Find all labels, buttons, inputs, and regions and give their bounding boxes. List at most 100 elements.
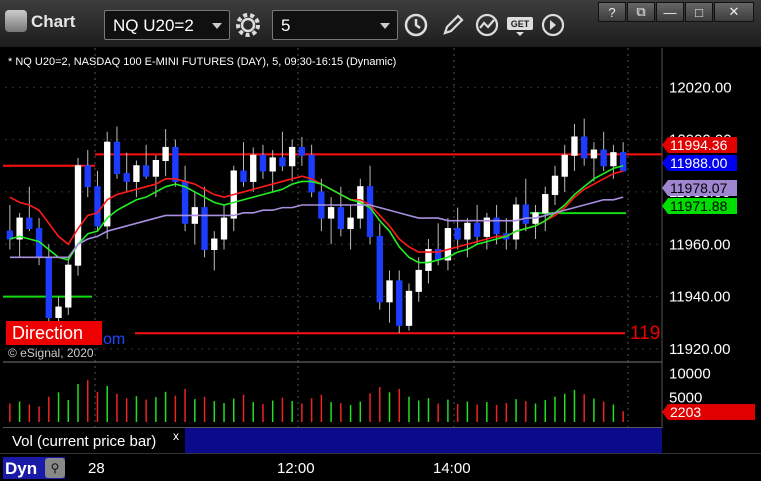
price-tick-label: 12020.00 (669, 79, 732, 96)
chart-titlebar: Chart NQ U20=2 5 GET ? ⧉ — □ ✕ (0, 0, 761, 48)
candle-body (444, 228, 452, 261)
candle-body (590, 149, 598, 159)
candle-body (610, 152, 617, 167)
volume-tick-label: 10000 (669, 365, 711, 382)
lock-icon[interactable]: ⚲ (45, 458, 65, 478)
study-legend-bar: Vol (current price bar) x (3, 427, 662, 454)
direction-suffix: om (103, 331, 125, 348)
candle-body (405, 290, 413, 326)
offscreen-price-label: 119 (630, 323, 660, 344)
help-button[interactable]: ? (598, 2, 626, 22)
price-axis[interactable]: 12020.0012000.0011980.0011960.0011940.00… (669, 79, 732, 406)
candle-body (512, 204, 520, 240)
interval-value: 5 (281, 16, 291, 35)
volume-study-label: Vol (current price bar) (12, 433, 157, 450)
candle-body (551, 175, 559, 196)
candle-body (45, 256, 52, 319)
chart-grid (5, 48, 662, 428)
arrow-right-circle-icon (541, 13, 565, 37)
window-title: Chart (31, 12, 76, 31)
time-tick: 12:00 (277, 460, 315, 477)
study-chart-icon (475, 13, 499, 37)
candle-body (250, 154, 257, 182)
price-tag-label: 11978.07 (670, 180, 728, 196)
candle-body (376, 235, 383, 303)
candle-body (347, 217, 354, 230)
candle-body (104, 141, 111, 227)
candle-body (201, 207, 208, 250)
dyn-label: Dyn (5, 459, 38, 478)
candle-body (308, 154, 315, 193)
pencil-icon (443, 14, 464, 35)
candle-body (162, 146, 169, 162)
time-tick: 14:00 (433, 460, 471, 477)
svg-text:GET: GET (511, 19, 530, 29)
symbol-settings-button[interactable] (233, 10, 263, 40)
close-button[interactable]: ✕ (714, 2, 754, 22)
gear-icon (236, 13, 260, 37)
close-icon[interactable]: x (173, 429, 179, 443)
studies-button[interactable] (472, 10, 502, 40)
candle-body (240, 170, 247, 182)
price-chart[interactable]: 12020.0012000.0011980.0011960.0011940.00… (0, 48, 761, 428)
maximize-button[interactable]: □ (685, 2, 713, 22)
candle-body (522, 204, 529, 224)
candle-body (259, 154, 267, 172)
get-icon: GET (507, 17, 533, 36)
volume-tag-label: 2203 (670, 404, 701, 420)
chevron-down-icon[interactable] (380, 23, 390, 29)
forward-button[interactable] (538, 10, 568, 40)
candle-body (473, 222, 481, 237)
dynamic-toggle[interactable]: Dyn ⚲ (3, 457, 65, 479)
candle-body (211, 238, 218, 250)
candle-body (619, 152, 627, 172)
candle-body (298, 146, 306, 156)
candle-body (561, 154, 568, 177)
volume-study-tab[interactable]: Vol (current price bar) x (3, 428, 185, 454)
candle-body (26, 217, 33, 230)
chevron-down-icon[interactable] (212, 23, 222, 29)
chart-header: * NQ U20=2, NASDAQ 100 E-MINI FUTURES (D… (8, 56, 396, 68)
price-tick-label: 11920.00 (669, 341, 730, 358)
get-data-button[interactable]: GET (505, 10, 535, 40)
candle-body (94, 186, 101, 227)
copyright-text: © eSignal, 2020 (8, 346, 94, 360)
candle-body (133, 165, 140, 182)
direction-label: Direction (12, 323, 83, 343)
price-tag-label: 11971.88 (670, 198, 728, 214)
candle-body (152, 160, 160, 177)
interval-input[interactable]: 5 (272, 10, 398, 40)
candle-body (279, 157, 286, 167)
volume-series (9, 380, 624, 422)
candle-body (386, 280, 393, 303)
price-tag-label: 11988.00 (670, 155, 728, 171)
clock-icon (404, 13, 428, 37)
restore-button[interactable]: ⧉ (627, 2, 655, 22)
candle-body (65, 264, 72, 308)
candle-body (454, 228, 461, 240)
chart-app-icon (5, 10, 27, 32)
candle-body (288, 146, 296, 167)
candle-body (74, 165, 82, 266)
candle-body (142, 165, 150, 177)
candle-body (55, 306, 62, 319)
candle-body (327, 207, 335, 219)
candle-body (600, 149, 607, 167)
price-tick-label: 11940.00 (669, 289, 730, 306)
candle-body (172, 146, 179, 182)
candle-body (366, 186, 374, 237)
price-tag-label: 11994.36 (670, 137, 728, 153)
candle-body (123, 173, 130, 182)
candle-body (337, 207, 345, 230)
candle-body (571, 136, 578, 156)
symbol-input[interactable]: NQ U20=2 (104, 10, 230, 40)
candle-body (220, 217, 228, 240)
candle-body (84, 165, 91, 188)
candle-body (113, 141, 121, 175)
minimize-button[interactable]: — (656, 2, 684, 22)
interval-settings-button[interactable] (401, 10, 431, 40)
symbol-value: NQ U20=2 (113, 16, 194, 35)
draw-tool-button[interactable] (438, 10, 468, 40)
level-lines (3, 153, 662, 335)
time-axis[interactable]: Dyn ⚲ 28 12:00 14:00 (0, 453, 761, 481)
